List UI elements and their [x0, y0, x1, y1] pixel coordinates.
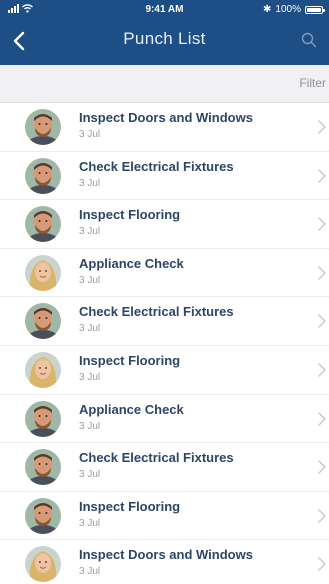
status-bar: 9:41 AM ✱ 100% [0, 0, 329, 20]
chevron-right-icon [318, 168, 326, 183]
chevron-right-icon [318, 314, 326, 329]
chevron-right-icon [318, 460, 326, 474]
item-date: 3 Jul [79, 420, 101, 432]
battery-percent: 100% [275, 4, 301, 15]
item-title: Inspect Flooring [79, 352, 181, 368]
avatar [25, 497, 61, 534]
search-button[interactable] [295, 26, 323, 54]
avatar [25, 303, 61, 340]
item-date: 3 Jul [79, 177, 101, 189]
filter-bar: Filter [0, 65, 329, 103]
item-date: 3 Jul [79, 469, 101, 481]
item-date: 3 Jul [79, 566, 101, 578]
avatar [25, 546, 61, 583]
avatar [25, 109, 61, 145]
item-title: Check Electrical Fixtures [79, 304, 234, 320]
item-date: 3 Jul [79, 274, 101, 286]
item-title: Appliance Check [79, 401, 184, 417]
punch-list: Inspect Doors and Windows 3 Jul Check El… [0, 103, 329, 584]
page-title: Punch List [123, 29, 206, 48]
nav-bar: Punch List [0, 20, 329, 65]
list-item[interactable]: Check Electrical Fixtures 3 Jul [0, 443, 329, 492]
item-title: Appliance Check [79, 255, 184, 271]
list-item[interactable]: Check Electrical Fixtures 3 Jul [0, 152, 329, 201]
chevron-right-icon [318, 509, 326, 523]
list-item[interactable]: Appliance Check 3 Jul [0, 249, 329, 298]
chevron-right-icon [318, 120, 326, 134]
chevron-right-icon [318, 363, 326, 377]
avatar [25, 449, 61, 486]
search-icon [301, 32, 317, 48]
list-item[interactable]: Inspect Doors and Windows 3 Jul [0, 103, 329, 152]
item-title: Check Electrical Fixtures [79, 450, 234, 466]
avatar [25, 157, 61, 194]
chevron-right-icon [318, 557, 326, 572]
punch-list-screen: 9:41 AM ✱ 100% Punch List Filter Inspect… [0, 0, 329, 584]
bluetooth-icon: ✱ [263, 4, 272, 15]
item-date: 3 Jul [79, 323, 101, 335]
status-right: ✱ 100% [263, 4, 325, 15]
chevron-right-icon [318, 266, 326, 280]
header: 9:41 AM ✱ 100% Punch List [0, 0, 329, 65]
item-date: 3 Jul [79, 226, 101, 238]
item-title: Inspect Flooring [79, 498, 181, 514]
list-item[interactable]: Inspect Flooring 3 Jul [0, 492, 329, 541]
avatar [25, 351, 61, 388]
battery-icon [305, 5, 325, 14]
item-date: 3 Jul [79, 371, 101, 383]
list-item[interactable]: Appliance Check 3 Jul [0, 395, 329, 444]
list-item[interactable]: Check Electrical Fixtures 3 Jul [0, 297, 329, 346]
avatar [25, 206, 61, 243]
list-item[interactable]: Inspect Flooring 3 Jul [0, 346, 329, 395]
list-item[interactable]: Inspect Doors and Windows 3 Jul [0, 540, 329, 584]
item-date: 3 Jul [79, 129, 101, 140]
item-date: 3 Jul [79, 517, 101, 529]
item-title: Check Electrical Fixtures [79, 158, 234, 174]
avatar [25, 254, 61, 291]
item-title: Inspect Flooring [79, 207, 181, 223]
avatar [25, 400, 61, 437]
item-title: Inspect Doors and Windows [79, 110, 253, 125]
chevron-right-icon [318, 217, 326, 231]
chevron-right-icon [318, 411, 326, 426]
item-title: Inspect Doors and Windows [79, 547, 253, 563]
list-item[interactable]: Inspect Flooring 3 Jul [0, 200, 329, 249]
filter-button[interactable]: Filter [299, 76, 326, 90]
